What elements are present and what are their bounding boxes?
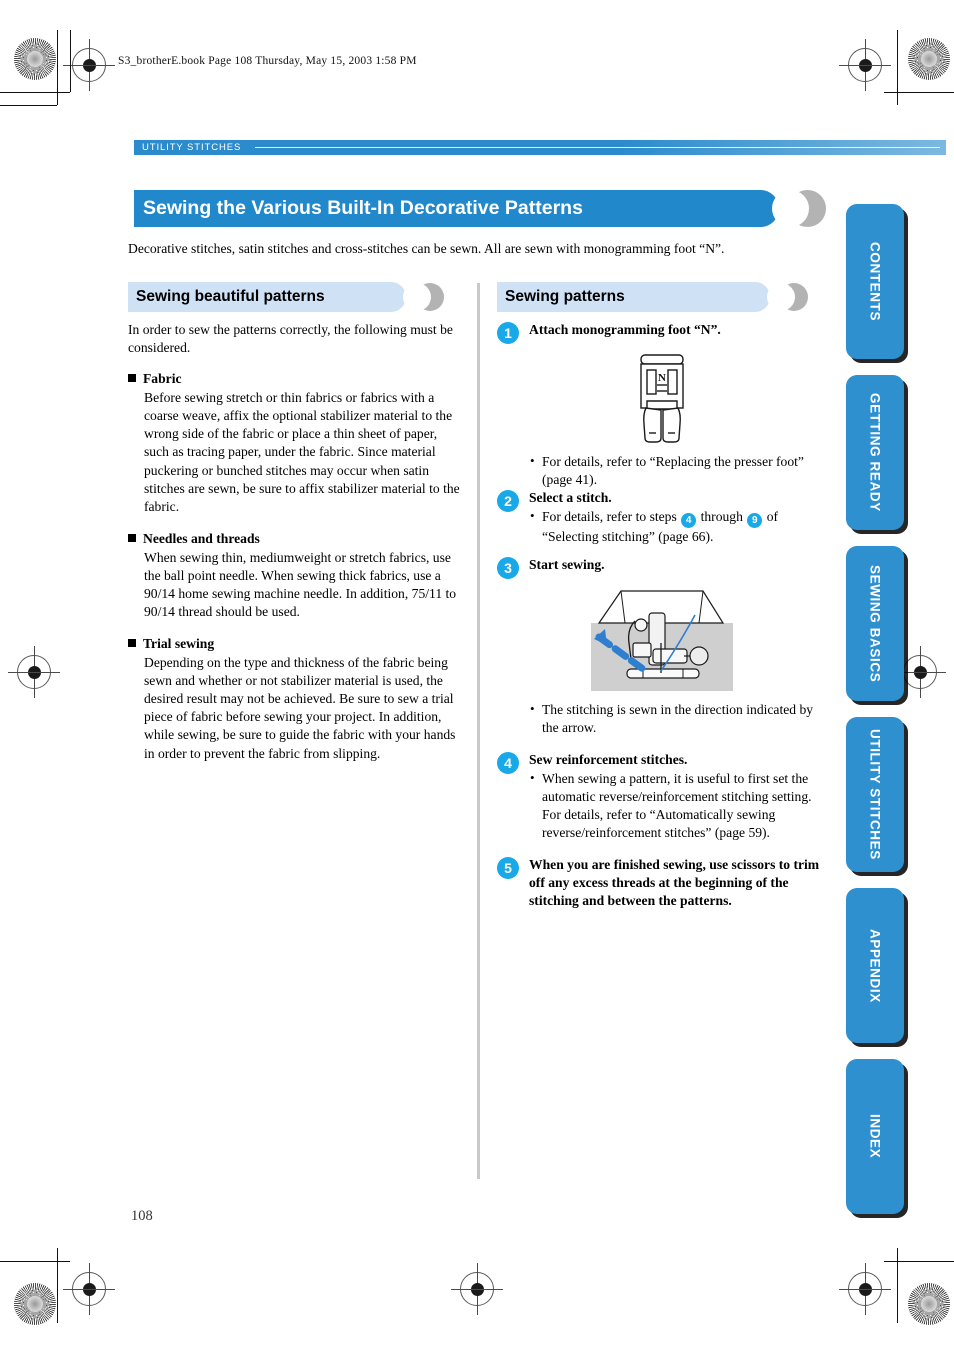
right-column-heading: Sewing patterns	[497, 282, 827, 312]
file-header-line: S3_brotherE.book Page 108 Thursday, May …	[118, 55, 417, 67]
info-block-title: Fabric	[143, 371, 182, 387]
step-number-badge: 4	[497, 751, 519, 774]
square-bullet-icon	[128, 639, 136, 648]
crop-mark-left-vertical-2	[70, 30, 71, 92]
crop-mark-left-vertical	[57, 30, 58, 105]
left-column-heading: Sewing beautiful patterns	[128, 282, 464, 312]
running-head: UTILITY STITCHES	[134, 140, 946, 155]
step-3: 3 Start sewing.	[497, 556, 827, 579]
crop-mark-bottom-right-vertical	[897, 1248, 898, 1323]
step-number-badge: 3	[497, 556, 519, 579]
info-block-trial-sewing: Trial sewing Depending on the type and t…	[128, 635, 464, 763]
side-tab-label: SEWING BASICS	[867, 564, 883, 683]
info-block-heading: Fabric	[128, 370, 464, 388]
crop-mark-right-horizontal	[884, 92, 954, 93]
step-2-note-prefix: For details, refer to steps	[542, 508, 677, 524]
chevron-decoration-icon	[772, 190, 826, 227]
running-head-rule	[255, 147, 940, 148]
side-tab-appendix[interactable]: APPENDIX	[846, 888, 904, 1043]
side-tab-getting-ready[interactable]: GETTING READY	[846, 375, 904, 530]
info-block-body: Depending on the type and thickness of t…	[144, 654, 456, 761]
side-tab-label: GETTING READY	[867, 393, 883, 512]
chevron-decoration-icon	[403, 283, 444, 311]
info-block-title: Needles and threads	[143, 530, 260, 546]
section-intro: Decorative stitches, satin stitches and …	[128, 241, 725, 256]
step-4: 4 Sew reinforcement stitches. When sewin…	[497, 751, 827, 842]
inline-step-ref-badge-to: 9	[747, 512, 763, 528]
info-block-heading: Needles and threads	[128, 530, 464, 548]
step-2-note-mid: through	[700, 508, 743, 524]
rosette-mark-top-right	[908, 38, 950, 80]
step-title: Start sewing.	[529, 556, 605, 572]
step-title: Sew reinforcement stitches.	[529, 751, 688, 767]
page-number: 108	[131, 1208, 153, 1224]
step-1: 1 Attach monogramming foot “N”.	[497, 321, 827, 344]
step-title: When you are finished sewing, use scisso…	[529, 857, 820, 909]
registration-target-mid-left	[8, 646, 60, 698]
right-column: Sewing patterns 1 Attach monogramming fo…	[497, 282, 827, 922]
step-title: Select a stitch.	[529, 489, 612, 505]
rosette-mark-bottom-right	[908, 1283, 950, 1325]
step-2: 2 Select a stitch. For details, refer to…	[497, 489, 827, 546]
info-block-needles-and-threads: Needles and threads When sewing thin, me…	[128, 530, 464, 621]
registration-target-bottom-center	[451, 1263, 503, 1315]
step-1-note-wrapper: For details, refer to “Replacing the pre…	[529, 452, 827, 489]
step-number-badge: 2	[497, 489, 519, 512]
info-block-body: Before sewing stretch or thin fabrics or…	[144, 389, 460, 514]
step-5: 5 When you are finished sewing, use scis…	[497, 856, 827, 910]
sewing-machine-stitching-diagram	[497, 583, 827, 691]
right-column-heading-text: Sewing patterns	[505, 288, 625, 305]
step-1-note: For details, refer to “Replacing the pre…	[529, 452, 827, 489]
crop-mark-left-horizontal	[0, 92, 70, 93]
info-block-heading: Trial sewing	[128, 635, 464, 653]
section-title-text: Sewing the Various Built-In Decorative P…	[143, 197, 583, 219]
svg-text:N: N	[658, 372, 666, 384]
chevron-decoration-icon	[767, 283, 808, 311]
section-title-bar: Sewing the Various Built-In Decorative P…	[134, 190, 779, 227]
step-number-badge: 5	[497, 857, 519, 880]
presser-foot-n-diagram: N	[497, 351, 827, 443]
step-3-note-wrapper: The stitching is sewn in the direction i…	[529, 700, 827, 737]
rosette-mark-top-left	[14, 38, 56, 80]
step-title: Attach monogramming foot “N”.	[529, 322, 721, 337]
left-column-heading-text: Sewing beautiful patterns	[136, 288, 325, 305]
inline-step-ref-badge-from: 4	[681, 512, 697, 528]
registration-target-top-right	[839, 39, 891, 91]
crop-mark-left-horizontal-2	[0, 105, 57, 106]
right-column-heading-bar: Sewing patterns	[497, 282, 770, 312]
step-4-note: When sewing a pattern, it is useful to f…	[529, 769, 827, 843]
column-divider	[477, 283, 480, 1179]
registration-target-bottom-left	[63, 1263, 115, 1315]
info-block-title: Trial sewing	[143, 636, 215, 652]
step-number-badge: 1	[497, 322, 519, 344]
side-tab-utility-stitches[interactable]: UTILITY STITCHES	[846, 717, 904, 872]
running-head-label: UTILITY STITCHES	[142, 142, 242, 153]
side-tab-sewing-basics[interactable]: SEWING BASICS	[846, 546, 904, 701]
rosette-mark-bottom-left	[14, 1283, 56, 1325]
crop-mark-bottom-right-horizontal	[884, 1261, 954, 1262]
side-tab-label: INDEX	[867, 1114, 883, 1159]
square-bullet-icon	[128, 374, 136, 383]
side-tab-index[interactable]: INDEX	[846, 1059, 904, 1214]
square-bullet-icon	[128, 533, 136, 542]
side-tab-label: UTILITY STITCHES	[867, 729, 883, 860]
registration-target-top-left	[63, 39, 115, 91]
info-block-fabric: Fabric Before sewing stretch or thin fab…	[128, 370, 464, 516]
crop-mark-bottom-left-horizontal	[0, 1261, 70, 1262]
info-block-body: When sewing thin, mediumweight or stretc…	[144, 549, 457, 620]
crop-mark-right-vertical	[897, 30, 898, 105]
step-2-note: For details, refer to steps 4 through 9 …	[529, 507, 827, 546]
crop-mark-bottom-left-vertical	[57, 1248, 58, 1323]
side-tab-contents[interactable]: CONTENTS	[846, 204, 904, 359]
left-column-intro: In order to sew the patterns correctly, …	[128, 322, 453, 356]
step-3-note: The stitching is sewn in the direction i…	[529, 700, 827, 737]
side-tab-navigation: CONTENTS GETTING READY SEWING BASICS UTI…	[846, 204, 912, 1230]
side-tab-label: CONTENTS	[867, 241, 883, 322]
left-column: Sewing beautiful patterns In order to se…	[128, 282, 464, 777]
registration-target-bottom-right	[839, 1263, 891, 1315]
left-column-heading-bar: Sewing beautiful patterns	[128, 282, 406, 312]
side-tab-label: APPENDIX	[867, 928, 883, 1003]
